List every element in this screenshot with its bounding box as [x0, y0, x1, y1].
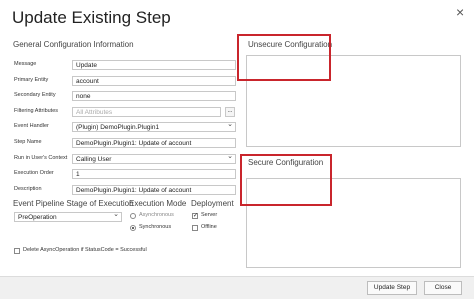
dialog-title: Update Existing Step — [12, 8, 171, 27]
secondary-entity-label: Secondary Entity — [14, 92, 56, 98]
execution-mode-heading: Execution Mode — [129, 199, 187, 208]
primary-entity-input[interactable]: account — [72, 76, 236, 86]
execution-order-input[interactable]: 1 — [72, 169, 236, 179]
delete-async-label: Delete AsyncOperation if StatusCode = Su… — [23, 247, 147, 253]
filtering-attributes-label: Filtering Attributes — [14, 108, 59, 114]
primary-entity-value: account — [76, 78, 99, 85]
primary-entity-label: Primary Entity — [14, 77, 49, 83]
description-value: DemoPlugin.Plugin1: Update of account — [76, 187, 192, 194]
run-in-user-context-value: Calling User — [76, 156, 112, 163]
secondary-entity-value: none — [76, 93, 91, 100]
asynchronous-radio[interactable] — [130, 213, 136, 219]
message-label: Message — [14, 61, 37, 67]
offline-checkbox[interactable] — [192, 225, 198, 231]
close-button[interactable]: Close — [424, 281, 462, 295]
synchronous-radio[interactable] — [130, 225, 136, 231]
offline-label: Offline — [201, 224, 217, 230]
run-in-user-context-label: Run in User's Context — [14, 155, 68, 161]
pipeline-stage-value: PreOperation — [18, 214, 57, 221]
run-in-user-context-select[interactable]: Calling User — [72, 152, 236, 164]
step-name-input[interactable]: DemoPlugin.Plugin1: Update of account — [72, 138, 236, 148]
step-name-label: Step Name — [14, 139, 42, 145]
event-handler-label: Event Handler — [14, 123, 49, 129]
filtering-attributes-input[interactable]: All Attributes — [72, 107, 221, 117]
pipeline-stage-select[interactable]: PreOperation — [14, 210, 122, 222]
synchronous-label: Synchronous — [139, 224, 172, 230]
delete-async-checkbox[interactable] — [14, 248, 20, 254]
execution-order-value: 1 — [76, 171, 80, 178]
server-label: Server — [201, 212, 218, 218]
secondary-entity-input[interactable]: none — [72, 91, 236, 101]
unsecure-highlight-box — [237, 34, 331, 81]
deployment-heading: Deployment — [191, 199, 234, 208]
message-input[interactable]: Update — [72, 60, 236, 70]
general-config-heading: General Configuration Information — [13, 40, 134, 49]
description-input[interactable]: DemoPlugin.Plugin1: Update of account — [72, 185, 236, 195]
update-step-button[interactable]: Update Step — [367, 281, 417, 295]
close-icon[interactable]: × — [456, 4, 464, 20]
server-checkbox[interactable]: ✓ — [192, 213, 198, 219]
execution-order-label: Execution Order — [14, 170, 54, 176]
message-value: Update — [76, 62, 97, 69]
step-name-value: DemoPlugin.Plugin1: Update of account — [76, 140, 192, 147]
filtering-attributes-browse-button[interactable]: ... — [225, 107, 235, 117]
filtering-attributes-value: All Attributes — [76, 109, 113, 116]
pipeline-stage-heading: Event Pipeline Stage of Execution — [13, 199, 134, 208]
event-handler-select[interactable]: (Plugin) DemoPlugin.Plugin1 — [72, 120, 236, 132]
description-label: Description — [14, 186, 42, 192]
secure-highlight-box — [240, 154, 332, 206]
asynchronous-label: Asynchronous — [139, 212, 174, 218]
event-handler-value: (Plugin) DemoPlugin.Plugin1 — [76, 124, 160, 131]
